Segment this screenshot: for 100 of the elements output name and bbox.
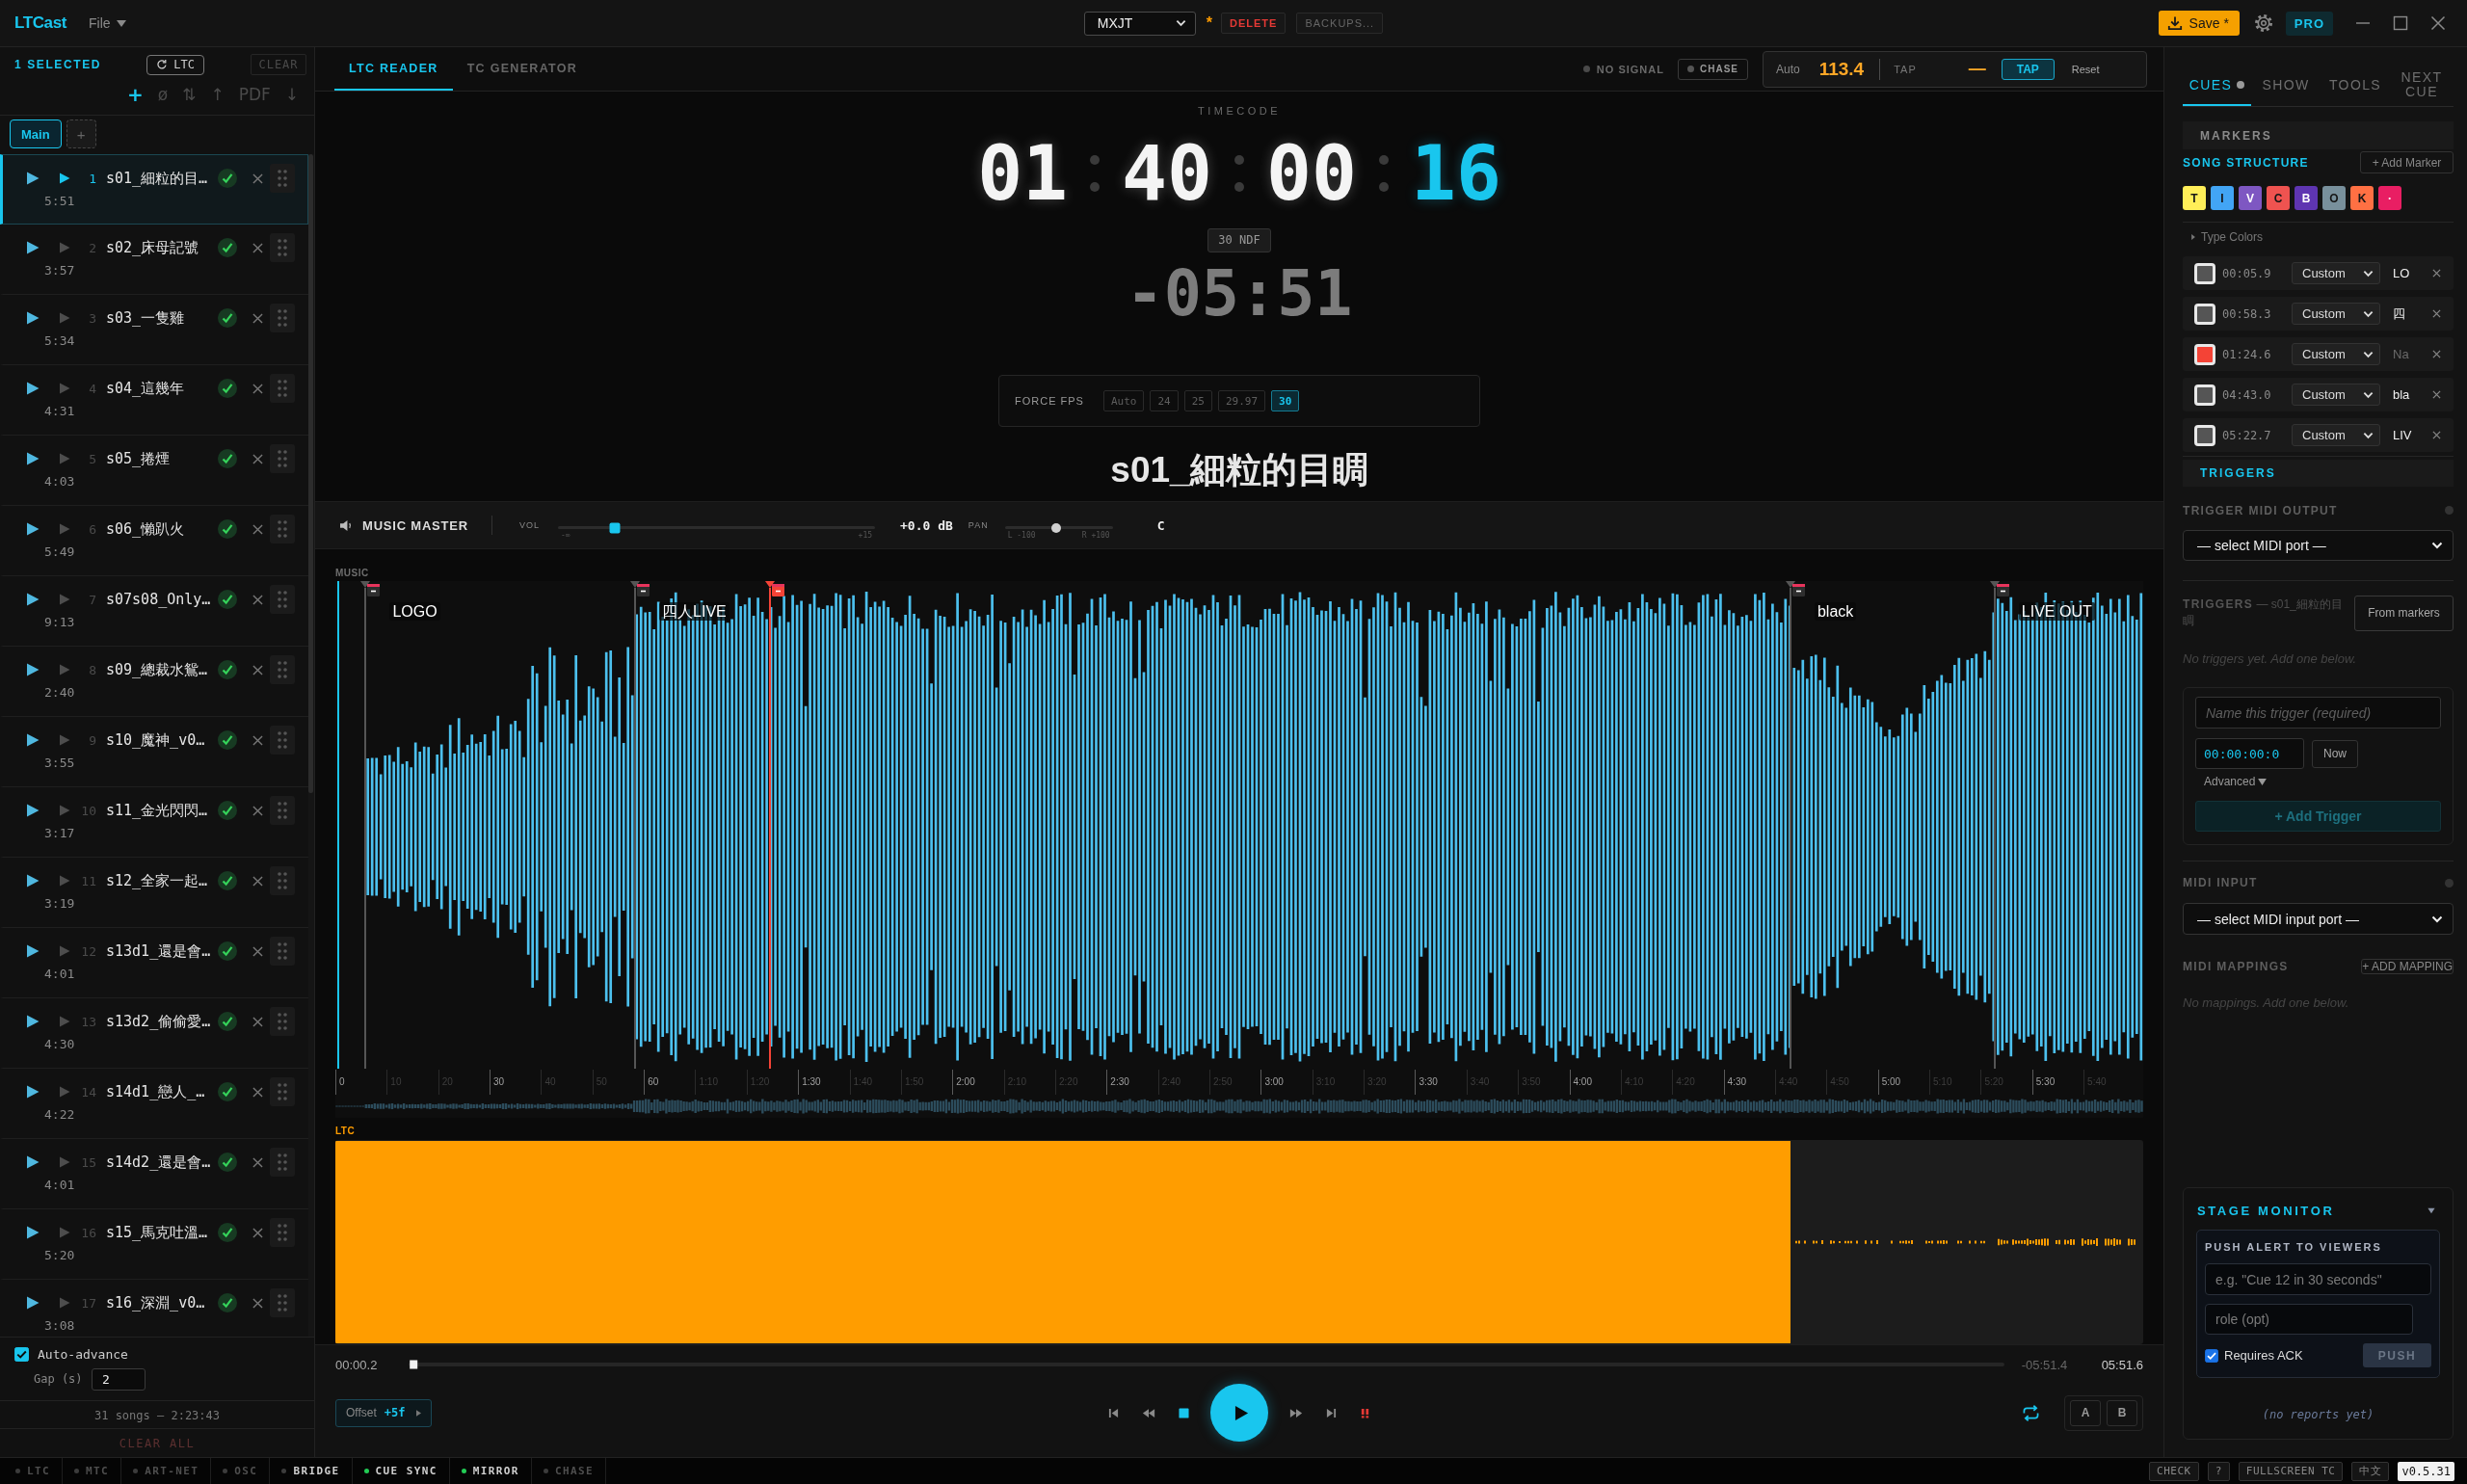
drag-handle-icon[interactable] [270, 515, 295, 543]
remove-icon[interactable] [2432, 390, 2441, 399]
playhead[interactable] [336, 581, 339, 1069]
play-icon[interactable] [26, 733, 40, 747]
drag-handle-icon[interactable] [270, 1148, 295, 1177]
song-row[interactable]: 14 s14d1_戀人_… 4:22 [0, 1069, 308, 1139]
drag-handle-icon[interactable] [270, 1007, 295, 1036]
status-action-button[interactable]: CHECK [2149, 1461, 2199, 1481]
skip-forward-icon[interactable] [1326, 1407, 1337, 1418]
trigger-name-field[interactable]: Name this trigger (required) [2195, 697, 2441, 729]
marker-type-select[interactable]: Custom [2292, 262, 2380, 284]
midi-port-select[interactable]: — select MIDI port — [2183, 530, 2454, 561]
song-row[interactable]: 11 s12_全家一起… 3:19 [0, 858, 308, 928]
status-action-button[interactable]: 中文 [2351, 1461, 2390, 1481]
reader-tab[interactable]: LTC READER [334, 47, 453, 91]
reset-button[interactable]: Reset [2071, 63, 2100, 75]
remove-icon[interactable] [252, 875, 263, 887]
remove-icon[interactable] [252, 1156, 263, 1168]
project-select[interactable]: MXJT [1083, 11, 1196, 36]
marker-type-button[interactable]: O [2322, 186, 2346, 210]
panel-tab[interactable]: CUES [2183, 66, 2251, 106]
from-markers-button[interactable]: From markers [2354, 595, 2454, 631]
drag-handle-icon[interactable] [270, 585, 295, 614]
drag-handle-icon[interactable] [270, 233, 295, 262]
triangle-icon[interactable] [59, 172, 70, 184]
loop-icon[interactable] [2022, 1404, 2040, 1421]
advanced-toggle[interactable]: Advanced [2195, 775, 2268, 788]
song-row[interactable]: 7 s07s08_Only… 9:13 [0, 576, 308, 647]
loop-point-button[interactable]: B [2107, 1399, 2137, 1426]
remove-icon[interactable] [252, 523, 263, 535]
color-swatch[interactable] [2194, 303, 2215, 325]
remove-icon[interactable] [252, 594, 263, 605]
maximize-icon[interactable] [2393, 15, 2408, 31]
drag-handle-icon[interactable] [270, 304, 295, 332]
panel-tab[interactable]: SHOW [2251, 66, 2321, 106]
status-action-button[interactable]: ? [2207, 1461, 2230, 1481]
remove-icon[interactable] [2432, 309, 2441, 318]
drag-handle-icon[interactable] [270, 937, 295, 966]
save-button[interactable]: Save * [2158, 11, 2240, 36]
remove-icon[interactable] [252, 945, 263, 957]
play-icon[interactable] [26, 1085, 40, 1099]
remove-icon[interactable] [252, 453, 263, 464]
song-row[interactable]: 17 s16_深淵_v0… 3:08 [0, 1280, 308, 1337]
skip-back-icon[interactable] [1108, 1407, 1119, 1418]
remove-icon[interactable] [252, 734, 263, 746]
tap-button[interactable]: TAP [2001, 58, 2055, 80]
trigger-time-field[interactable]: 00:00:00:0 [2195, 738, 2304, 769]
drag-handle-icon[interactable] [270, 1288, 295, 1317]
marker-type-select[interactable]: Custom [2292, 303, 2380, 325]
color-swatch[interactable] [2194, 424, 2215, 446]
play-icon[interactable] [26, 382, 40, 395]
gap-input[interactable]: 2 [92, 1367, 146, 1391]
alert-message-field[interactable]: e.g. "Cue 12 in 30 seconds" [2205, 1263, 2431, 1295]
fast-forward-icon[interactable] [1289, 1407, 1303, 1418]
status-toggle[interactable]: CUE SYNC [352, 1458, 450, 1484]
drag-handle-icon[interactable] [270, 655, 295, 684]
loop-point-button[interactable]: A [2070, 1399, 2101, 1426]
drag-handle-icon[interactable] [270, 796, 295, 825]
offset-button[interactable]: Offset +5f [335, 1398, 433, 1427]
play-icon[interactable] [26, 663, 40, 676]
remove-icon[interactable] [252, 805, 263, 816]
marker-type-select[interactable]: Custom [2292, 384, 2380, 406]
song-row[interactable]: 10 s11_金光閃閃… 3:17 [0, 787, 308, 858]
play-icon[interactable] [26, 944, 40, 958]
scrollbar[interactable] [308, 154, 313, 793]
marker-name-field[interactable]: LO [2393, 262, 2420, 284]
marker-type-button[interactable]: V [2239, 186, 2262, 210]
slider-thumb[interactable] [1051, 522, 1062, 533]
song-row[interactable]: 15 s14d2_還是會… 4:01 [0, 1139, 308, 1209]
role-field[interactable]: role (opt) [2205, 1304, 2413, 1335]
marker-type-button[interactable]: I [2211, 186, 2234, 210]
marker-type-button[interactable]: · [2378, 186, 2401, 210]
midi-input-select[interactable]: — select MIDI input port — [2183, 903, 2454, 935]
checkbox[interactable] [2205, 1348, 2218, 1363]
exclamation-icon[interactable] [1360, 1407, 1370, 1418]
file-menu[interactable]: File [88, 15, 126, 31]
remove-icon[interactable] [252, 664, 263, 676]
panel-tab[interactable]: TOOLS [2321, 66, 2390, 106]
marker-type-button[interactable]: T [2183, 186, 2206, 210]
status-action-button[interactable]: FULLSCREEN TC [2238, 1461, 2344, 1481]
ltc-button[interactable]: LTC [146, 54, 204, 75]
drag-handle-icon[interactable] [270, 444, 295, 473]
remove-icon[interactable] [252, 1016, 263, 1027]
play-icon[interactable] [26, 874, 40, 888]
remove-icon[interactable] [252, 1086, 263, 1098]
marker-name-field[interactable]: 四 [2393, 303, 2420, 325]
marker-name-field[interactable]: LIV [2393, 424, 2420, 446]
panel-tab[interactable]: NEXT CUE [2390, 66, 2454, 106]
progress-thumb[interactable] [409, 1360, 417, 1369]
song-row[interactable]: 2 s02_床母記號 3:57 [0, 225, 308, 295]
toolbar-button[interactable]: + [126, 84, 144, 105]
marker-type-select[interactable]: Custom [2292, 424, 2380, 446]
playlist-tab[interactable]: Main [10, 119, 62, 148]
remove-icon[interactable] [252, 172, 263, 184]
play-button[interactable] [1210, 1384, 1268, 1442]
play-icon[interactable] [26, 1226, 40, 1239]
marker-type-button[interactable]: C [2267, 186, 2290, 210]
song-row[interactable]: 6 s06_懶趴火 5:49 [0, 506, 308, 576]
remove-icon[interactable] [2432, 431, 2441, 439]
play-icon[interactable] [26, 804, 40, 817]
